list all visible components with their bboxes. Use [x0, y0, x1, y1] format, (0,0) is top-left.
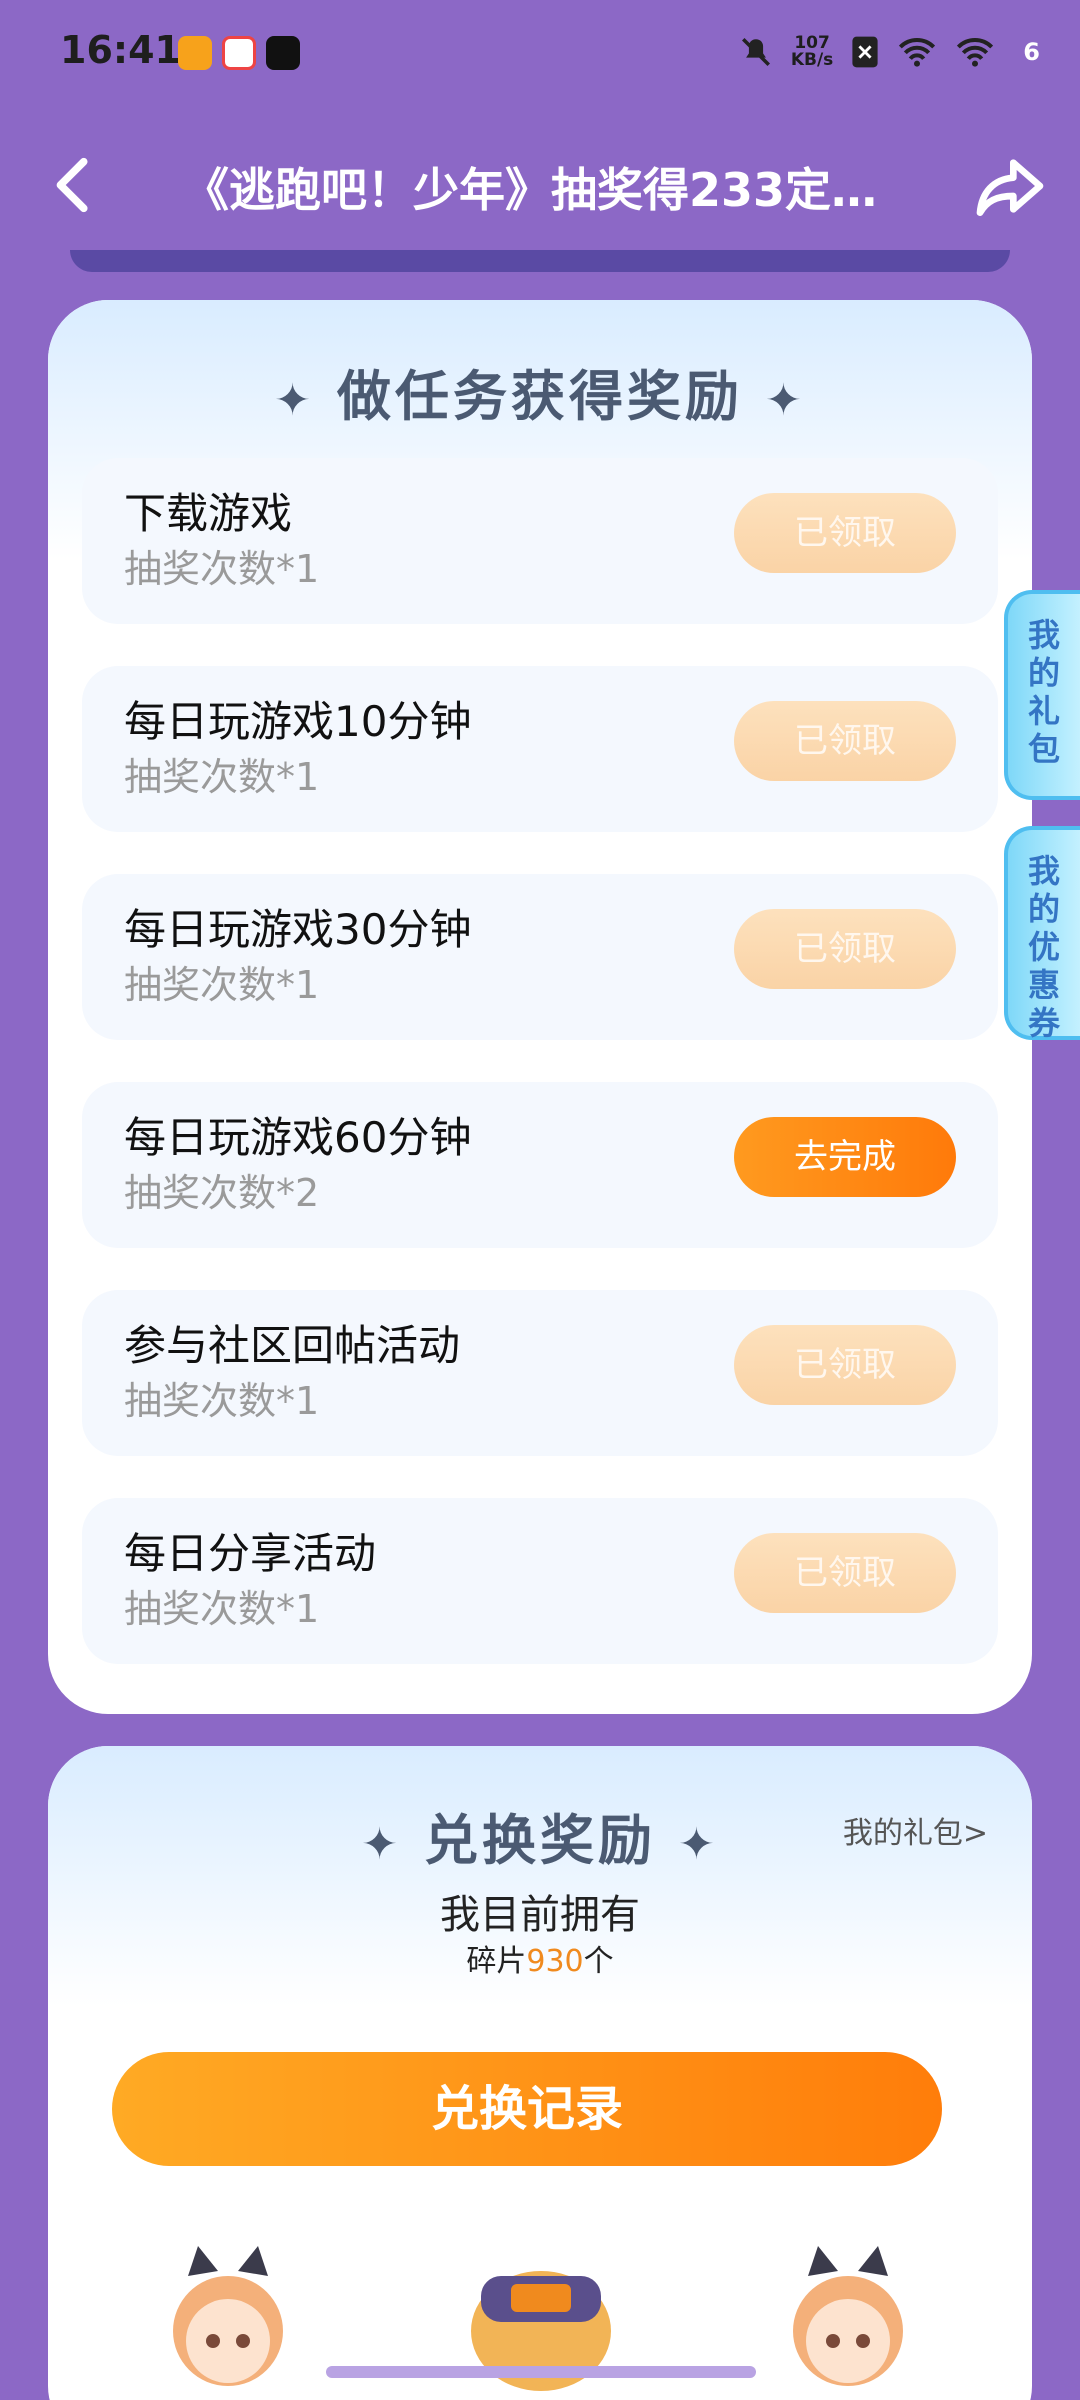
- my-coupon-tab[interactable]: 我的优惠券: [1004, 826, 1080, 1042]
- page-title: 《逃跑吧！少年》抽奖得233定…: [182, 163, 878, 217]
- sim-icon: [852, 36, 878, 68]
- sparkle-icon: ✦: [678, 1818, 719, 1870]
- exchange-card: ✦ 兑换奖励 ✦ 我的礼包> 我目前拥有 碎片930个 兑换记录: [48, 1746, 1032, 2400]
- wifi-icon: [899, 38, 936, 67]
- status-time: 16:41: [60, 28, 181, 72]
- claimed-button[interactable]: 已领取: [734, 909, 956, 989]
- exchange-record-button[interactable]: 兑换记录: [112, 2052, 942, 2166]
- task-section-title: ✦ 做任务获得奖励 ✦: [274, 365, 806, 428]
- task-item: 每日玩游戏30分钟 抽奖次数*1 已领取: [82, 874, 998, 1040]
- claimed-button[interactable]: 已领取: [734, 1533, 956, 1613]
- net-speed: 107 KB/s: [790, 33, 834, 70]
- battery-level: 6: [1023, 38, 1040, 66]
- go-complete-button[interactable]: 去完成: [734, 1117, 956, 1197]
- character-avatar-icon: [793, 2246, 903, 2386]
- claimed-button[interactable]: 已领取: [734, 493, 956, 573]
- banner-bottom-edge: [70, 250, 1010, 272]
- task-card: ✦ 做任务获得奖励 ✦ 下载游戏 抽奖次数*1 已领取 每日玩游戏10分钟 抽奖次数…: [48, 300, 1032, 1714]
- task-name: 参与社区回帖活动: [124, 1321, 461, 1370]
- task-reward: 抽奖次数*2: [124, 1171, 320, 1215]
- status-bar: 16:41 107 KB/s 6: [0, 0, 1080, 110]
- task-item: 每日分享活动 抽奖次数*1 已领取: [82, 1498, 998, 1664]
- sparkle-icon: ✦: [274, 374, 315, 426]
- map-app-icon: [222, 36, 256, 70]
- own-label: 我目前拥有: [440, 1892, 640, 1938]
- task-item: 下载游戏 抽奖次数*1 已领取: [82, 458, 998, 624]
- fragment-balance: 碎片930个: [466, 1944, 614, 1979]
- share-button[interactable]: [970, 146, 1050, 226]
- task-name: 每日分享活动: [124, 1529, 377, 1578]
- task-reward: 抽奖次数*1: [124, 1379, 320, 1423]
- task-item: 每日玩游戏10分钟 抽奖次数*1 已领取: [82, 666, 998, 832]
- task-reward: 抽奖次数*1: [124, 963, 320, 1007]
- back-button[interactable]: [40, 150, 110, 220]
- sparkle-icon: ✦: [765, 374, 806, 426]
- sparkle-icon: ✦: [361, 1818, 402, 1870]
- character-avatar-icon: [173, 2246, 283, 2386]
- task-reward: 抽奖次数*1: [124, 547, 320, 591]
- my-gift-tab[interactable]: 我的礼包: [1004, 590, 1080, 800]
- home-indicator[interactable]: [326, 2366, 756, 2378]
- share-icon: [976, 159, 1044, 217]
- claimed-button[interactable]: 已领取: [734, 1325, 956, 1405]
- task-reward: 抽奖次数*1: [124, 1587, 320, 1631]
- task-name: 每日玩游戏10分钟: [124, 697, 472, 746]
- header: 《逃跑吧！少年》抽奖得233定…: [0, 130, 1080, 240]
- task-item: 每日玩游戏60分钟 抽奖次数*2 去完成: [82, 1082, 998, 1248]
- claimed-button[interactable]: 已领取: [734, 701, 956, 781]
- wifi-signal-icon: [957, 38, 994, 67]
- chevron-left-icon: [56, 157, 88, 213]
- task-item: 参与社区回帖活动 抽奖次数*1 已领取: [82, 1290, 998, 1456]
- mute-bell-icon: [741, 37, 770, 67]
- task-name: 下载游戏: [124, 489, 293, 538]
- tiktok-icon: [266, 36, 300, 70]
- task-name: 每日玩游戏60分钟: [124, 1113, 472, 1162]
- my-gift-link[interactable]: 我的礼包>: [843, 1808, 988, 1852]
- fragment-count: 930: [526, 1944, 584, 1979]
- task-reward: 抽奖次数*1: [124, 755, 320, 799]
- task-name: 每日玩游戏30分钟: [124, 905, 472, 954]
- app-notification-icon: [178, 36, 212, 70]
